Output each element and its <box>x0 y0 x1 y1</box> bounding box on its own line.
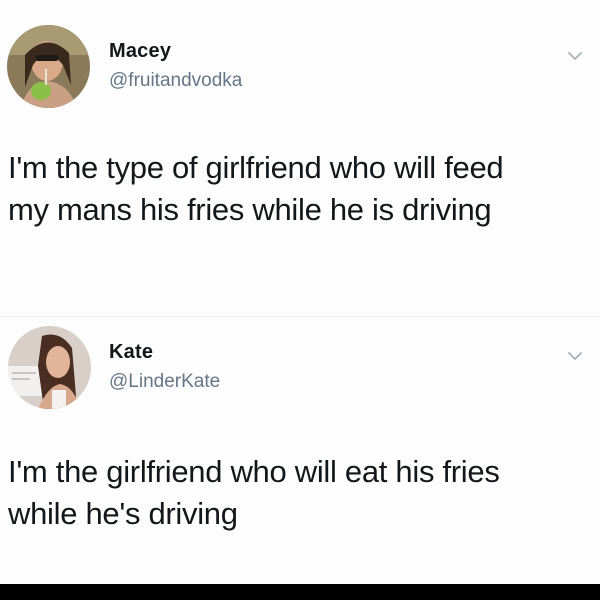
bottom-bar <box>0 584 600 600</box>
display-name[interactable]: Macey <box>109 40 171 63</box>
avatar[interactable] <box>8 326 91 409</box>
user-handle[interactable]: @fruitandvodka <box>109 70 242 92</box>
avatar-image <box>7 25 90 108</box>
tweet-card: Kate @LinderKate I'm the girlfriend who … <box>0 320 600 582</box>
avatar-image <box>8 326 91 409</box>
chevron-down-icon[interactable] <box>567 350 583 362</box>
screenshot-page: Macey @fruitandvodka I'm the type of gir… <box>0 0 600 600</box>
avatar[interactable] <box>7 25 90 108</box>
tweet-card: Macey @fruitandvodka I'm the type of gir… <box>0 14 600 314</box>
tweet-text: I'm the girlfriend who will eat his frie… <box>8 454 500 531</box>
tweet-text: I'm the type of girlfriend who will feed… <box>8 150 504 227</box>
user-handle[interactable]: @LinderKate <box>109 371 220 393</box>
display-name[interactable]: Kate <box>109 341 153 364</box>
divider <box>0 316 600 317</box>
chevron-down-icon[interactable] <box>567 50 583 62</box>
